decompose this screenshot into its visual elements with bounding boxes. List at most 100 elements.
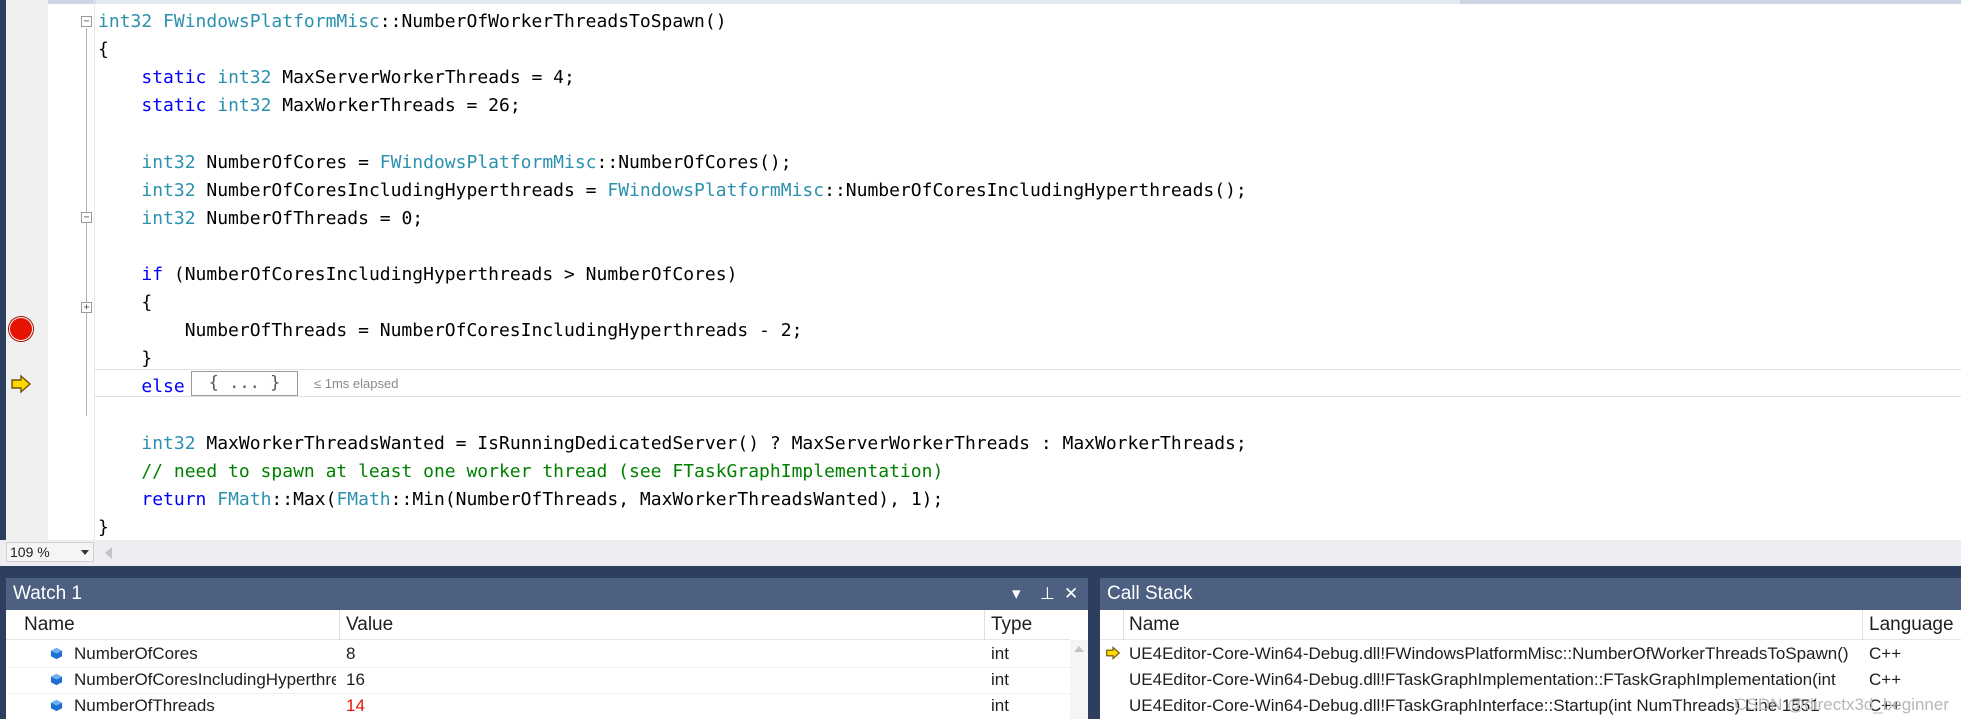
- column-divider[interactable]: [1862, 610, 1863, 640]
- code-line[interactable]: int32 MaxWorkerThreadsWanted = IsRunning…: [98, 430, 1247, 458]
- collapsed-else-block[interactable]: { ... }: [191, 371, 298, 396]
- expand-else-icon[interactable]: +: [81, 302, 92, 313]
- watch-header-value[interactable]: Value: [346, 610, 393, 640]
- code-line[interactable]: int32 NumberOfCores = FWindowsPlatformMi…: [98, 149, 791, 177]
- code-line[interactable]: int32 NumberOfCoresIncludingHyperthreads…: [98, 177, 1247, 205]
- perftip-elapsed[interactable]: ≤ 1ms elapsed: [314, 374, 398, 394]
- code-type: int32: [141, 207, 196, 229]
- breakpoint-icon[interactable]: [9, 317, 33, 341]
- watch-value[interactable]: 16: [346, 667, 976, 693]
- watch-panel: Watch 1 ▾ ⊥ ✕ Name Value Type NumberOfCo…: [6, 578, 1088, 719]
- column-divider[interactable]: [1123, 610, 1124, 640]
- instruction-pointer-arrow-icon[interactable]: [10, 374, 32, 394]
- call-stack-title-bar[interactable]: Call Stack: [1100, 578, 1961, 610]
- code-type: FMath: [217, 488, 272, 510]
- code-keyword: return: [141, 488, 207, 510]
- code-line[interactable]: else: [98, 373, 185, 401]
- code-keyword: static: [141, 67, 207, 89]
- code-type: int32: [141, 179, 196, 201]
- watch-row[interactable]: NumberOfCoresIncludingHyperthreads 16 int: [6, 667, 1070, 693]
- code-line[interactable]: static int32 MaxWorkerThreads = 26;: [98, 92, 521, 120]
- code-line[interactable]: int32 NumberOfThreads = 0;: [98, 205, 423, 233]
- watch-column-headers: Name Value Type: [6, 610, 1070, 640]
- watch-title-bar[interactable]: Watch 1 ▾ ⊥ ✕: [6, 578, 1088, 610]
- call-stack-frame-name[interactable]: UE4Editor-Core-Win64-Debug.dll!FTaskGrap…: [1129, 667, 1857, 693]
- watch-header-type[interactable]: Type: [991, 610, 1032, 640]
- column-divider[interactable]: [984, 610, 985, 640]
- code-line[interactable]: // need to spawn at least one worker thr…: [98, 458, 943, 486]
- code-text-area[interactable]: int32 FWindowsPlatformMisc::NumberOfWork…: [0, 0, 1961, 540]
- code-text: MaxWorkerThreads = 26;: [271, 95, 521, 117]
- fold-guide-if: [86, 224, 87, 286]
- code-type: int32: [217, 95, 272, 117]
- code-line[interactable]: {: [98, 36, 109, 64]
- pin-icon[interactable]: ⊥: [1040, 578, 1055, 610]
- variable-icon: [50, 699, 63, 712]
- call-stack-row[interactable]: UE4Editor-Core-Win64-Debug.dll!FWindowsP…: [1100, 641, 1961, 667]
- code-type: int32: [217, 67, 272, 89]
- code-line[interactable]: {: [98, 289, 152, 317]
- watch-type: int: [991, 644, 1009, 663]
- code-text: }: [98, 516, 109, 538]
- call-stack-column-headers: Name Language: [1100, 610, 1961, 640]
- watch-name[interactable]: NumberOfCores: [74, 641, 336, 667]
- watch-row[interactable]: NumberOfThreads 14 int: [6, 693, 1070, 719]
- code-text: }: [98, 348, 153, 370]
- code-text: NumberOfCoresIncludingHyperthreads =: [195, 179, 608, 201]
- code-text: ::NumberOfCoresIncludingHyperthreads();: [824, 179, 1247, 201]
- code-text: ::Max(: [271, 488, 337, 510]
- code-line[interactable]: int32 FWindowsPlatformMisc::NumberOfWork…: [98, 8, 727, 36]
- variable-icon: [50, 673, 63, 686]
- chevron-down-icon: [81, 550, 89, 555]
- watch-header-name[interactable]: Name: [24, 610, 75, 640]
- code-line[interactable]: return FMath::Max(FMath::Min(NumberOfThr…: [98, 486, 943, 514]
- watch-row[interactable]: NumberOfCores 8 int: [6, 641, 1070, 667]
- call-stack-frame-name[interactable]: UE4Editor-Core-Win64-Debug.dll!FWindowsP…: [1129, 641, 1857, 667]
- code-text: MaxWorkerThreadsWanted = IsRunningDedica…: [195, 432, 1247, 454]
- code-text: NumberOfCores =: [195, 151, 380, 173]
- code-keyword: static: [141, 95, 207, 117]
- code-text: {: [98, 292, 153, 313]
- watch-name[interactable]: NumberOfCoresIncludingHyperthreads: [74, 667, 336, 693]
- watch-value[interactable]: 14: [346, 693, 976, 719]
- code-keyword: else: [141, 376, 185, 398]
- code-text: ::Min(NumberOfThreads, MaxWorkerThreadsW…: [390, 488, 944, 510]
- close-icon[interactable]: ✕: [1064, 578, 1078, 610]
- watch-value[interactable]: 8: [346, 641, 976, 667]
- code-type: int32: [98, 11, 164, 32]
- call-stack-header-name[interactable]: Name: [1129, 610, 1180, 640]
- scroll-up-icon[interactable]: [1074, 646, 1084, 652]
- code-line[interactable]: }: [98, 514, 109, 542]
- code-text: MaxServerWorkerThreads = 4;: [271, 67, 575, 89]
- code-line[interactable]: static int32 MaxServerWorkerThreads = 4;: [98, 64, 575, 92]
- code-line[interactable]: NumberOfThreads = NumberOfCoresIncluding…: [98, 317, 803, 345]
- code-line[interactable]: }: [98, 345, 152, 373]
- zoom-dropdown[interactable]: 109 %: [6, 542, 94, 562]
- code-text: ::NumberOfWorkerThreadsToSpawn(): [379, 11, 727, 32]
- code-line[interactable]: if (NumberOfCoresIncludingHyperthreads >…: [98, 261, 737, 289]
- call-stack-frame-language: C++: [1869, 644, 1902, 663]
- column-divider[interactable]: [339, 610, 340, 640]
- code-editor[interactable]: int32 FWindowsPlatformMisc::NumberOfWork…: [0, 0, 1961, 566]
- watermark: CSDN @directx3d_beginner: [1734, 695, 1949, 714]
- code-type: int32: [141, 432, 196, 454]
- scroll-left-icon[interactable]: [105, 547, 112, 559]
- call-stack-header-language[interactable]: Language: [1869, 610, 1954, 640]
- call-stack-row[interactable]: UE4Editor-Core-Win64-Debug.dll!FTaskGrap…: [1100, 667, 1961, 693]
- watch-vertical-scrollbar[interactable]: [1070, 640, 1088, 719]
- watch-name[interactable]: NumberOfThreads: [74, 693, 336, 719]
- call-stack-title: Call Stack: [1107, 583, 1193, 604]
- window-position-dropdown-icon[interactable]: ▾: [1012, 578, 1021, 610]
- collapse-if-icon[interactable]: −: [81, 212, 92, 223]
- collapse-function-icon[interactable]: −: [81, 16, 92, 27]
